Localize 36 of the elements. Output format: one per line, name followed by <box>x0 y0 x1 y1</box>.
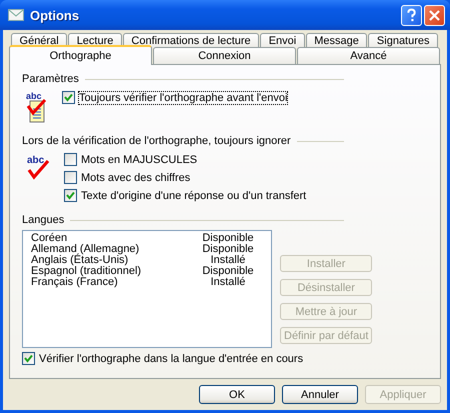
language-status: Disponible <box>201 233 255 244</box>
language-name[interactable]: Allemand (Allemagne) <box>31 244 140 255</box>
dialog-button[interactable]: Annuler <box>282 385 358 404</box>
language-name[interactable]: Espagnol (traditionnel) <box>31 266 142 277</box>
envelope-icon <box>8 9 24 21</box>
tab[interactable]: Confirmations de lecture <box>122 33 260 48</box>
tab[interactable]: Signatures <box>368 33 438 48</box>
help-button[interactable] <box>401 4 422 26</box>
window-title: Options <box>30 8 80 22</box>
language-status: Installé <box>210 255 246 266</box>
group-label: Paramètres <box>22 73 79 85</box>
checkbox[interactable] <box>22 352 35 365</box>
language-name[interactable]: Coréen <box>31 233 68 244</box>
checkbox-option[interactable]: Mots en MAJUSCULES <box>64 153 306 166</box>
checkbox[interactable] <box>64 171 77 184</box>
group-label: Langues <box>22 214 64 226</box>
checkbox[interactable] <box>62 91 75 104</box>
dialog-button[interactable]: OK <box>199 385 275 404</box>
language-status: Disponible <box>201 266 255 277</box>
group-label: Lors de la vérification de l'orthographe, toujours ignorer <box>22 135 291 147</box>
checkbox-option[interactable]: Texte d'origine d'une réponse ou d'un transfert <box>64 189 306 202</box>
tab[interactable]: Message <box>306 33 368 48</box>
checkbox-option[interactable]: Vérifier l'orthographe dans la langue d'entrée en cours <box>22 352 428 365</box>
tab[interactable]: Connexion <box>153 47 296 64</box>
checkbox[interactable] <box>64 153 77 166</box>
tab[interactable]: Orthographe <box>9 45 152 65</box>
language-name[interactable]: Anglais (États-Unis) <box>31 255 128 266</box>
close-button[interactable] <box>424 4 445 26</box>
checkbox-option[interactable]: Toujours vérifier l'orthographe avant l'envoi <box>62 91 288 104</box>
tab[interactable]: Avancé <box>297 47 440 64</box>
checkbox[interactable] <box>64 189 77 202</box>
language-name[interactable]: Français (France) <box>31 277 118 288</box>
language-status: Disponible <box>201 244 255 255</box>
tab[interactable]: Envoi <box>260 33 305 48</box>
language-status: Installé <box>210 277 246 288</box>
checkbox-option[interactable]: Mots avec des chiffres <box>64 171 306 184</box>
